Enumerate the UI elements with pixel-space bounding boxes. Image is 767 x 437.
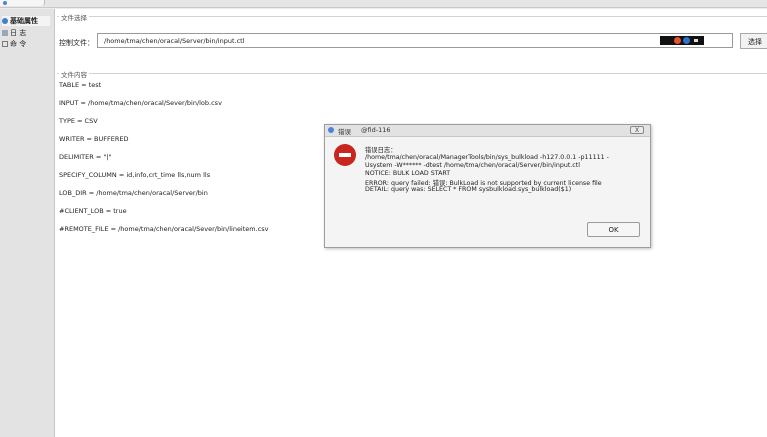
command-icon bbox=[2, 41, 8, 47]
config-line: TABLE = test bbox=[59, 81, 102, 89]
config-line: #CLIENT_LOB = true bbox=[59, 207, 127, 215]
error-text-line: 错误日志： bbox=[365, 147, 397, 154]
sidebar-item-command[interactable]: 命 令 bbox=[2, 39, 26, 49]
file-content-group: 文件内容 bbox=[57, 69, 767, 79]
active-top-tab[interactable] bbox=[0, 0, 45, 6]
config-line: DELIMITER = "|" bbox=[59, 153, 112, 161]
sidebar-item-basic-properties[interactable]: 基础属性 bbox=[2, 16, 50, 26]
config-line: WRITER = BUFFERED bbox=[59, 135, 129, 143]
sidebar-item-log[interactable]: 日 志 bbox=[2, 28, 26, 38]
error-icon bbox=[334, 144, 356, 166]
dialog-app-icon bbox=[328, 127, 334, 133]
config-line: #REMOTE_FILE = /home/tma/chen/oracal/Sev… bbox=[59, 225, 269, 233]
properties-icon bbox=[2, 18, 8, 24]
ime-help-icon bbox=[683, 37, 690, 44]
error-text-line: NOTICE: BULK LOAD START bbox=[365, 170, 451, 177]
ime-logo-icon bbox=[674, 37, 681, 44]
error-text-line: /home/tma/chen/oracal/ManagerTools/bin/s… bbox=[365, 154, 609, 161]
tab-icon bbox=[3, 1, 7, 5]
config-line: INPUT = /home/tma/chen/oracal/Sever/bin/… bbox=[59, 99, 222, 107]
ime-toolbar[interactable] bbox=[660, 36, 704, 45]
log-icon bbox=[2, 30, 8, 36]
error-text-line: Usystem -W****** -dtest /home/tma/chen/o… bbox=[365, 162, 580, 169]
top-tab-strip bbox=[0, 0, 767, 8]
dialog-subtitle: @fid-116 bbox=[361, 126, 391, 134]
ok-button[interactable]: OK bbox=[587, 222, 640, 237]
ime-menu-icon bbox=[694, 39, 698, 42]
error-dialog: 错误 @fid-116 X 错误日志： /home/tma/chen/oraca… bbox=[324, 124, 651, 248]
file-select-group: 文件选择 bbox=[57, 12, 767, 22]
sidebar-item-label: 日 志 bbox=[10, 29, 27, 37]
sidebar-item-label: 命 令 bbox=[10, 40, 27, 48]
config-line: SPECIFY_COLUMN = id,info,crt_time lls,nu… bbox=[59, 171, 211, 179]
config-line: TYPE = CSV bbox=[59, 117, 98, 125]
file-select-title: 文件选择 bbox=[59, 12, 89, 22]
file-content-title: 文件内容 bbox=[59, 69, 89, 79]
dialog-title-bar: 错误 @fid-116 X bbox=[325, 125, 650, 137]
choose-file-button[interactable]: 选择 bbox=[740, 33, 767, 49]
config-line: LOB_DIR = /home/tma/chen/oracal/Server/b… bbox=[59, 189, 208, 197]
dialog-close-button[interactable]: X bbox=[630, 126, 644, 134]
dialog-title: 错误 bbox=[338, 128, 351, 136]
control-file-label: 控制文件： bbox=[59, 39, 94, 47]
control-file-input[interactable] bbox=[97, 33, 733, 48]
sidebar-item-label: 基础属性 bbox=[10, 17, 38, 25]
error-text-line: DETAIL: query was: SELECT * FROM sysbulk… bbox=[365, 186, 572, 193]
sidebar: 基础属性 日 志 命 令 bbox=[0, 9, 55, 437]
